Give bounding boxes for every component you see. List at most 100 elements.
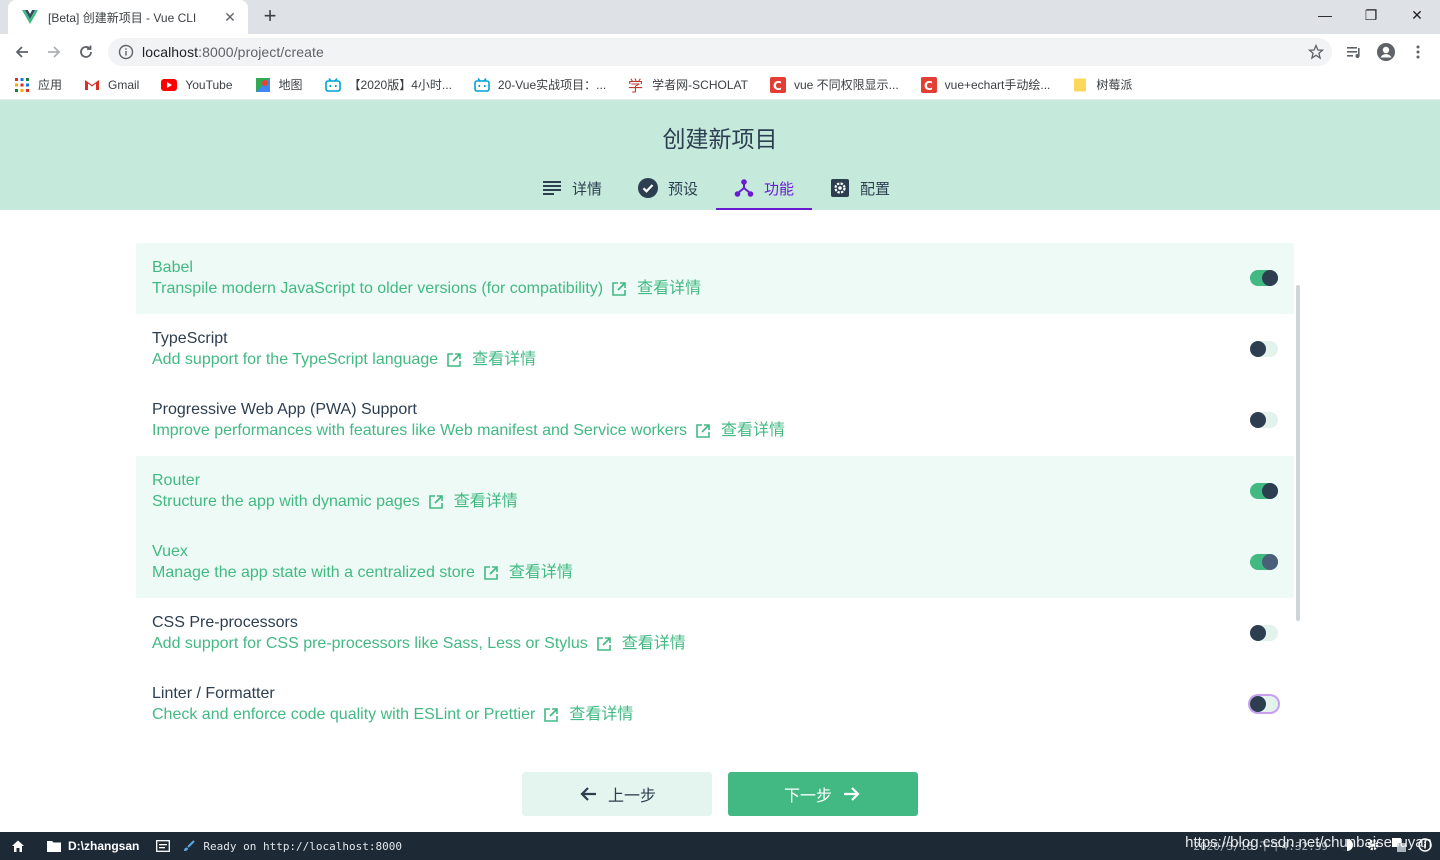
more-info-link[interactable]: 查看详情 <box>569 704 633 725</box>
more-info-link[interactable]: 查看详情 <box>622 633 686 654</box>
reload-icon <box>80 45 92 58</box>
feature-toggle[interactable] <box>1250 412 1278 428</box>
feature-item-typescript[interactable]: TypeScript Add support for the TypeScrip… <box>136 314 1294 385</box>
more-vert-icon <box>1416 45 1420 59</box>
tab-config[interactable]: 配置 <box>812 166 908 210</box>
bookmark-scholat[interactable]: 学 学者网-SCHOLAT <box>628 76 748 93</box>
reload-button[interactable] <box>72 38 100 66</box>
feature-desc-text: Improve performances with features like … <box>152 422 688 439</box>
more-info-link[interactable]: 查看详情 <box>472 349 536 370</box>
page-header: 创建新项目 详情 预设 功能 配置 <box>0 100 1440 210</box>
more-info-link[interactable]: 查看详情 <box>509 562 573 583</box>
feature-item-pwa[interactable]: Progressive Web App (PWA) Support Improv… <box>136 385 1294 456</box>
bookmark-maps[interactable]: 地图 <box>255 76 303 93</box>
settings-icon <box>830 178 850 198</box>
previous-step-button[interactable]: 上一步 <box>522 772 712 816</box>
bilibili-icon <box>474 77 490 93</box>
next-step-button[interactable]: 下一步 <box>728 772 918 816</box>
bookmark-youtube[interactable]: YouTube <box>161 77 233 93</box>
feature-item-css-preprocessors[interactable]: CSS Pre-processors Add support for CSS p… <box>136 598 1294 669</box>
more-info-link[interactable]: 查看详情 <box>637 278 701 299</box>
terminal-button[interactable] <box>155 832 177 860</box>
url-text: localhost:8000/project/create <box>142 44 324 60</box>
svg-text:C: C <box>773 79 782 93</box>
toggle-knob <box>1250 625 1266 641</box>
feature-description: Transpile modern JavaScript to older ver… <box>152 278 1278 299</box>
bookmark-label: vue 不同权限显示... <box>793 78 899 92</box>
url-host: localhost <box>142 44 199 60</box>
profile-avatar-icon[interactable] <box>1372 38 1400 66</box>
feature-toggle[interactable] <box>1250 483 1278 499</box>
step-tabs: 详情 预设 功能 配置 <box>524 166 908 210</box>
feature-toggle[interactable] <box>1250 696 1278 712</box>
gmail-icon <box>84 77 100 93</box>
media-control-icon[interactable] <box>1340 38 1368 66</box>
bookmark-label: 【2020版】4小时... <box>348 78 452 92</box>
feature-toggle[interactable] <box>1250 625 1278 641</box>
scholat-icon: 学 <box>628 77 644 93</box>
menu-kebab-icon[interactable] <box>1404 38 1432 66</box>
current-folder[interactable]: D:\zhangsan <box>46 832 139 860</box>
minimize-icon[interactable]: — <box>1302 0 1348 30</box>
feature-name: Vuex <box>152 543 188 560</box>
toggle-knob <box>1262 483 1278 499</box>
csdn-icon: C <box>920 76 937 93</box>
console-icon <box>155 838 171 854</box>
feature-item-babel[interactable]: Babel Transpile modern JavaScript to old… <box>136 243 1294 314</box>
bookmark-csdn-1[interactable]: C vue 不同权限显示... <box>769 76 899 93</box>
feature-item-router[interactable]: Router Structure the app with dynamic pa… <box>136 456 1294 527</box>
bookmark-gmail[interactable]: Gmail <box>84 77 139 93</box>
bookmark-label: 学者网-SCHOLAT <box>652 78 748 92</box>
feature-toggle[interactable] <box>1250 554 1278 570</box>
feature-list: Babel Transpile modern JavaScript to old… <box>136 243 1294 740</box>
feature-desc-text: Manage the app state with a centralized … <box>152 564 475 581</box>
window-close-icon[interactable]: ✕ <box>1394 0 1440 30</box>
tab-label: 功能 <box>764 180 795 198</box>
browser-toolbar: localhost:8000/project/create <box>0 34 1440 70</box>
brush-icon <box>181 838 197 854</box>
server-status: Ready on http://localhost:8000 <box>181 832 402 860</box>
feature-toggle[interactable] <box>1250 341 1278 357</box>
external-link-icon[interactable] <box>483 565 499 581</box>
external-link-icon[interactable] <box>446 352 462 368</box>
back-button[interactable] <box>8 38 36 66</box>
home-button[interactable] <box>10 832 32 860</box>
browser-tab[interactable]: [Beta] 创建新项目 - Vue CLI ✕ <box>8 0 248 34</box>
feature-item-linter[interactable]: Linter / Formatter Check and enforce cod… <box>136 669 1294 740</box>
feature-name: Linter / Formatter <box>152 685 275 702</box>
more-info-link[interactable]: 查看详情 <box>454 491 518 512</box>
feature-toggle[interactable] <box>1250 270 1278 286</box>
folder-icon <box>46 838 62 854</box>
home-icon <box>10 838 26 854</box>
tab-close-icon[interactable]: ✕ <box>222 9 238 25</box>
tab-features[interactable]: 功能 <box>716 166 813 210</box>
external-link-icon[interactable] <box>611 281 627 297</box>
feature-name: CSS Pre-processors <box>152 614 298 631</box>
bookmark-bilibili-1[interactable]: 【2020版】4小时... <box>324 76 452 93</box>
forward-button[interactable] <box>40 38 68 66</box>
feature-description: Add support for the TypeScript language … <box>152 349 1278 370</box>
tab-details[interactable]: 详情 <box>524 166 620 210</box>
external-link-icon[interactable] <box>543 707 559 723</box>
bookmark-csdn-2[interactable]: C vue+echart手动绘... <box>920 76 1050 93</box>
restore-icon[interactable]: ❐ <box>1348 0 1394 30</box>
external-link-icon[interactable] <box>695 423 711 439</box>
scrollbar-thumb[interactable] <box>1296 285 1300 621</box>
feature-item-vuex[interactable]: Vuex Manage the app state with a central… <box>136 527 1294 598</box>
bookmark-star-icon[interactable] <box>1308 44 1324 60</box>
toggle-knob <box>1250 412 1266 428</box>
info-icon <box>118 44 134 60</box>
more-info-link[interactable]: 查看详情 <box>721 420 785 441</box>
arrow-left-icon <box>578 784 598 804</box>
bookmark-bilibili-2[interactable]: 20-Vue实战项目：... <box>474 76 606 93</box>
page-title: 创建新项目 <box>662 126 778 152</box>
tab-presets[interactable]: 预设 <box>620 166 716 210</box>
bookmark-folder[interactable]: 树莓派 <box>1072 76 1132 93</box>
external-link-icon[interactable] <box>596 636 612 652</box>
external-link-icon[interactable] <box>428 494 444 510</box>
new-tab-button[interactable]: + <box>258 5 282 29</box>
address-bar[interactable]: localhost:8000/project/create <box>108 38 1332 66</box>
details-list-icon <box>542 178 562 198</box>
bookmark-label: Gmail <box>108 77 140 92</box>
bookmark-apps[interactable]: 应用 <box>14 76 62 93</box>
